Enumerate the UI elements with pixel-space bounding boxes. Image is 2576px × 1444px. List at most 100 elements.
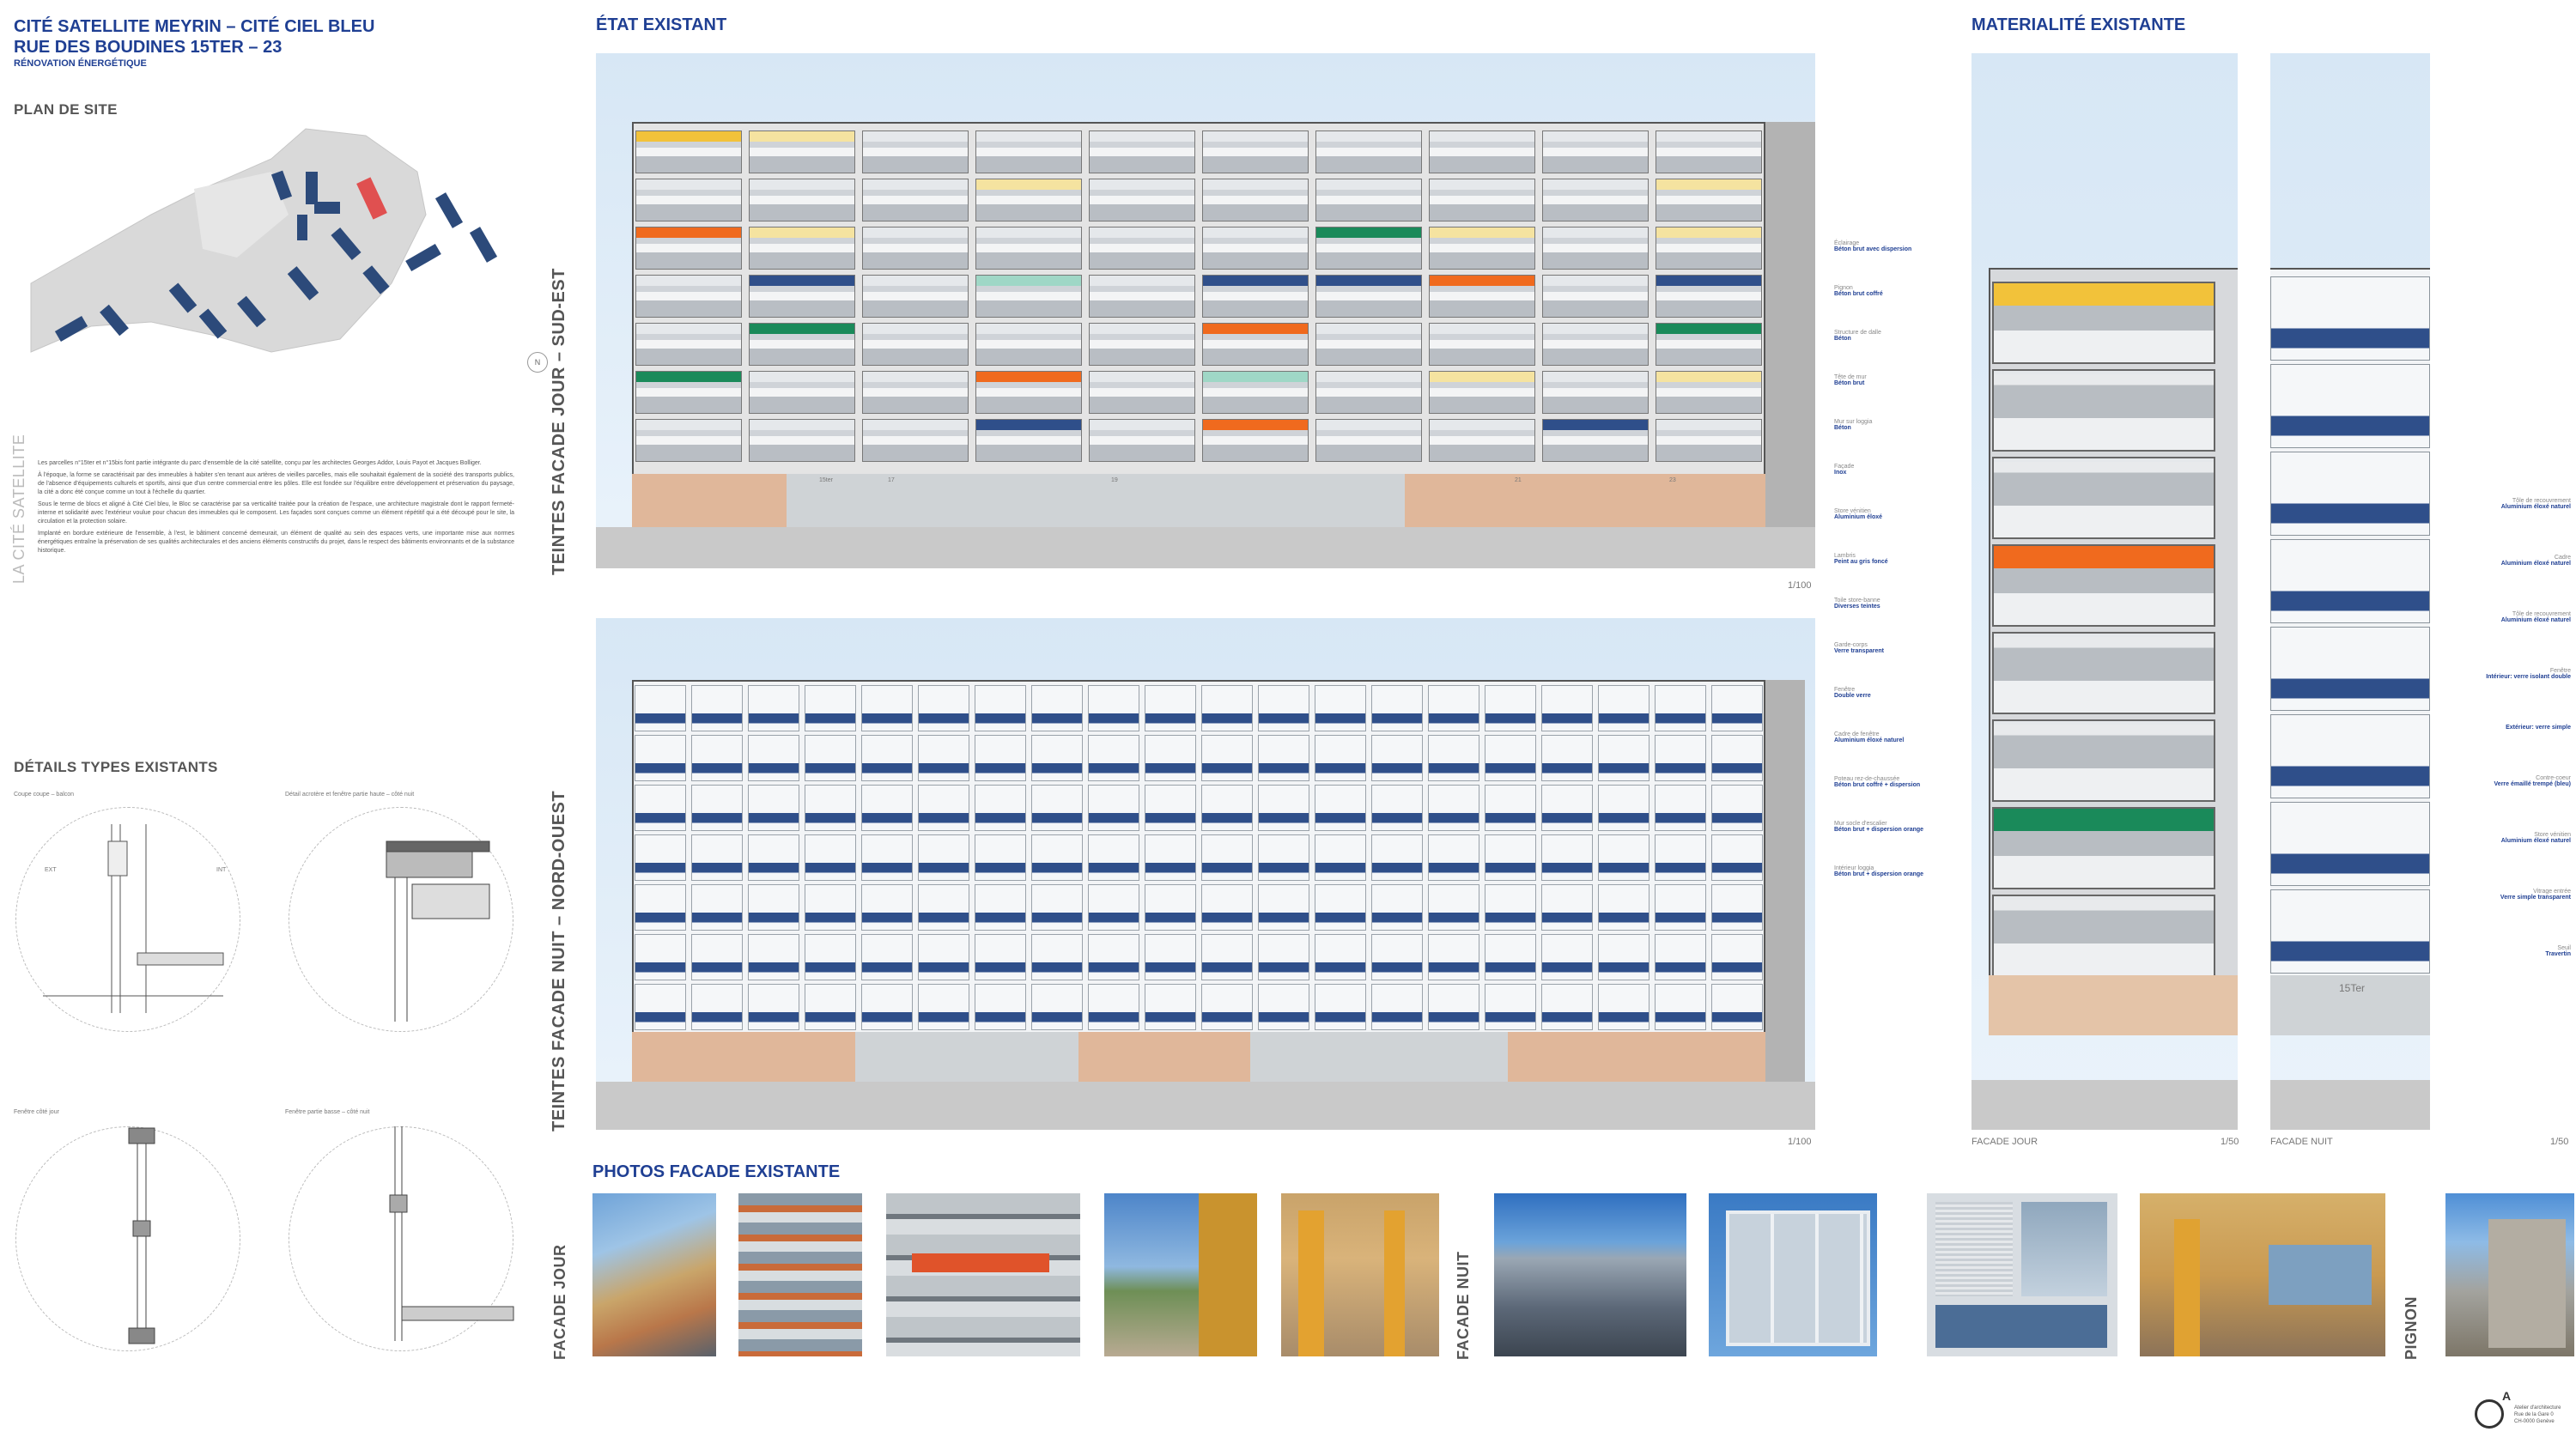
photo-window-detail[interactable]	[1927, 1193, 2117, 1356]
window-bay	[1485, 785, 1536, 831]
balcony-bay	[1429, 227, 1535, 270]
window-bay	[1315, 884, 1366, 931]
photo-loggia-1[interactable]	[1104, 1193, 1257, 1356]
photo-loggia-2[interactable]	[1281, 1193, 1439, 1356]
window-bay	[1145, 934, 1196, 980]
window-bay	[1371, 984, 1423, 1030]
ext-label: EXT	[45, 867, 57, 873]
awning	[1316, 276, 1421, 286]
legend-entry: Extérieur: verre simple	[2421, 725, 2571, 731]
balcony-bay	[749, 130, 855, 173]
window-bay	[1485, 934, 1536, 980]
balcony-bay	[749, 323, 855, 366]
window-bay	[1031, 834, 1083, 881]
floor-detail	[1992, 369, 2215, 452]
awning	[1203, 324, 1308, 334]
awning	[1430, 228, 1534, 238]
legend-entry: Éclairage Béton brut avec dispersion	[1834, 240, 1989, 252]
balcony-bay	[1315, 275, 1422, 318]
facade-jour-label: TEINTES FACADE JOUR – SUD-EST	[550, 268, 568, 575]
legend-value: Double verre	[1834, 693, 1871, 699]
window-bay	[1428, 735, 1479, 781]
window-bay	[691, 934, 743, 980]
legend-entry: Fenêtre Intérieur: verre isolant double	[2421, 668, 2571, 680]
balcony-bay	[1656, 179, 1762, 221]
photo-undercroft[interactable]	[2140, 1193, 2385, 1356]
photo-facade-jour-2[interactable]	[738, 1193, 862, 1356]
photo-pignon[interactable]	[2445, 1193, 2574, 1356]
balcony-bay	[862, 275, 969, 318]
entrance-label: 17	[888, 477, 895, 483]
awning	[750, 131, 854, 142]
legend-term: Éclairage	[1834, 240, 1860, 246]
balcony-bay	[975, 371, 1082, 414]
awning	[636, 276, 741, 286]
ground	[596, 527, 1815, 568]
window-bay	[1315, 735, 1366, 781]
window-bay	[635, 934, 686, 980]
awning	[1090, 131, 1194, 142]
window-bay	[1088, 785, 1139, 831]
balcony-bay	[975, 419, 1082, 462]
awning	[1203, 372, 1308, 382]
awning	[1543, 228, 1648, 238]
photos-heading: PHOTOS FACADE EXISTANTE	[592, 1162, 841, 1181]
floor-detail	[2270, 276, 2430, 361]
photo-facade-jour-1[interactable]	[592, 1193, 716, 1356]
legend-value: Béton brut coffré + dispersion	[1834, 782, 1921, 788]
photo-facade-nuit-2[interactable]	[1709, 1193, 1877, 1356]
photo-facade-nuit-1[interactable]	[1494, 1193, 1686, 1356]
balcony-bay	[1202, 371, 1309, 414]
awning	[750, 276, 854, 286]
window-bay	[1088, 834, 1139, 881]
floor-detail	[2270, 452, 2430, 536]
window-bay	[691, 785, 743, 831]
photo-facade-jour-3[interactable]	[886, 1193, 1080, 1356]
balcony-bay	[1202, 130, 1309, 173]
balcony-bay	[1202, 227, 1309, 270]
awning	[863, 179, 968, 190]
legend-value: Aluminium éloxé	[1834, 514, 1883, 520]
window-bay	[1088, 735, 1139, 781]
window-bay	[1711, 735, 1763, 781]
legend-term: Contre-coeur	[2536, 775, 2571, 781]
legend-value: Béton brut	[1834, 380, 1865, 386]
window-bay	[635, 685, 686, 731]
balcony-bay	[1202, 419, 1309, 462]
window-bay	[918, 884, 969, 931]
window-bay	[1711, 785, 1763, 831]
window-bay	[1711, 884, 1763, 931]
window-bay	[1428, 685, 1479, 731]
floor-detail	[2270, 364, 2430, 448]
window-bay	[635, 735, 686, 781]
awning	[1994, 546, 2214, 568]
window-bay	[805, 834, 856, 881]
legend-term: Cadre de fenêtre	[1834, 731, 1880, 737]
window-bay	[975, 685, 1026, 731]
detail-drawing	[378, 833, 507, 1034]
legend-term: Tête de mur	[1834, 374, 1867, 380]
window-bay	[1598, 934, 1649, 980]
window-bay	[1088, 984, 1139, 1030]
detail-drawing	[86, 1126, 206, 1354]
floor-detail	[2270, 889, 2430, 974]
photo-group-label: FACADE NUIT	[1455, 1251, 1472, 1361]
window-bay	[1031, 735, 1083, 781]
window-bay	[975, 735, 1026, 781]
awning	[1316, 372, 1421, 382]
legend-value: Peint au gris foncé	[1834, 559, 1888, 565]
legend-entry: Cadre de fenêtre Aluminium éloxé naturel	[1834, 731, 1989, 743]
intro-paragraph: À l'époque, la forme se caractérisait pa…	[38, 472, 514, 495]
window-bay	[1315, 984, 1366, 1030]
legend-value: Aluminium éloxé naturel	[2500, 504, 2571, 510]
window-bay	[748, 884, 799, 931]
materialite-jour	[1971, 53, 2238, 1130]
window-bay	[1145, 735, 1196, 781]
window-bay	[975, 984, 1026, 1030]
detail-drawing	[378, 1126, 515, 1354]
legend-term: Garde-corps	[1834, 642, 1868, 648]
balcony-bay	[862, 371, 969, 414]
legend-term: Tôle de recouvrement	[2512, 611, 2571, 617]
awning	[976, 228, 1081, 238]
legend-term: Toile store-banne	[1834, 598, 1880, 604]
